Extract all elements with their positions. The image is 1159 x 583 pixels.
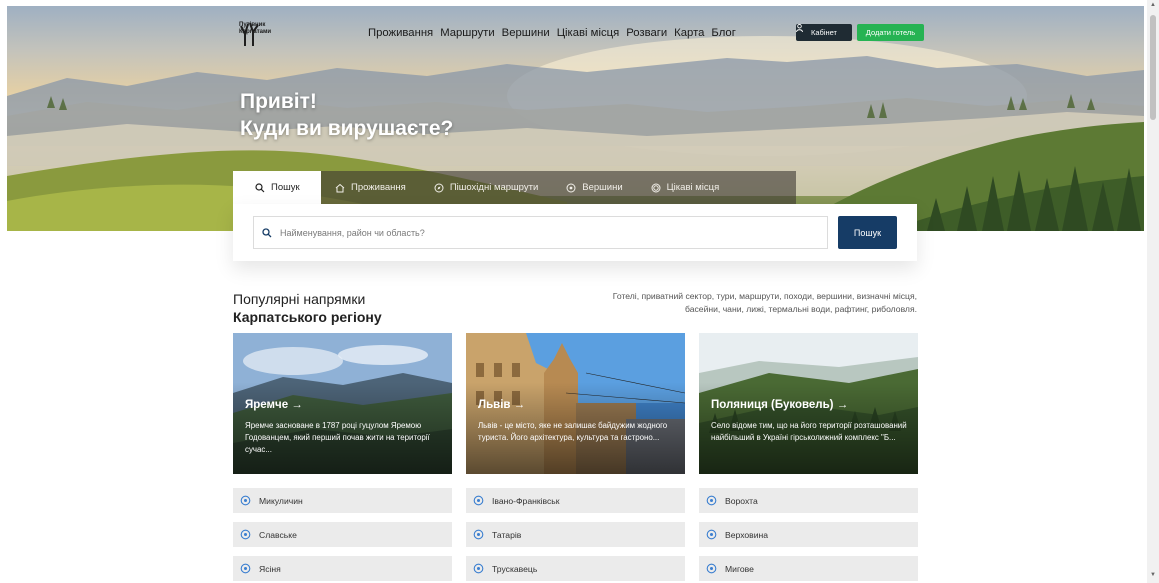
nav-link-blog[interactable]: Блог (711, 27, 735, 39)
location-link-vorokhta[interactable]: Ворохта (699, 488, 918, 513)
location-label: Івано-Франківськ (492, 495, 560, 506)
tab-accommodation[interactable]: Проживання (321, 171, 420, 204)
search-icon (255, 182, 265, 192)
card-title: Яремче → (245, 399, 303, 411)
nav-link-map[interactable]: Карта (674, 27, 704, 39)
scrollbar-thumb[interactable] (1150, 15, 1156, 120)
destination-card-polianytsia[interactable]: Поляниця (Буковель) → Село відоме тим, щ… (699, 333, 918, 474)
location-label: Трускавець (492, 563, 538, 574)
location-link-truskavets[interactable]: Трускавець (466, 556, 685, 581)
location-label: Ворохта (725, 495, 758, 506)
cabinet-label: Кабінет (810, 28, 837, 37)
location-label: Мигове (725, 563, 754, 574)
home-icon (335, 183, 345, 192)
search-input[interactable]: Найменування, район чи область? (253, 216, 828, 249)
tab-accommodation-label: Проживання (351, 182, 406, 193)
popular-title: Популярні напрямки Карпатського регіону (233, 290, 382, 326)
site-logo[interactable]: Путівник Карпатами (239, 22, 271, 46)
location-link-myhove[interactable]: Мигове (699, 556, 918, 581)
main-nav: Проживання Маршрути Вершини Цікаві місця… (368, 27, 736, 39)
tab-search[interactable]: Пошук (233, 171, 321, 204)
hero-title: Привіт! Куди ви вирушаєте? (240, 88, 453, 142)
tab-search-label: Пошук (271, 182, 300, 193)
target-icon (651, 183, 661, 192)
location-label: Славське (259, 529, 297, 540)
nav-link-places[interactable]: Цікаві місця (557, 27, 620, 39)
cabinet-button[interactable]: Кабінет (796, 24, 852, 41)
tab-peaks-label: Вершини (582, 182, 623, 193)
card-text: Яремче засноване в 1787 році гуцулом Яре… (245, 421, 430, 454)
destination-card-yaremche[interactable]: Яремче → Яремче засноване в 1787 році гу… (233, 333, 452, 474)
card-text: Село відоме тим, що на його території ро… (711, 421, 907, 442)
add-hotel-button[interactable]: Додати готель (857, 24, 924, 41)
popular-title-line1: Популярні напрямки (233, 291, 366, 307)
pin-icon (706, 529, 717, 539)
location-link-tatariv[interactable]: Татарів (466, 522, 685, 547)
page-scrollbar[interactable]: ▲ ▼ (1147, 0, 1159, 583)
card-text: Львів - це місто, яке не залишає байдужи… (478, 421, 668, 442)
pin-icon (473, 529, 484, 539)
search-panel: Найменування, район чи область? Пошук (233, 204, 917, 261)
logo-tree-icon (240, 22, 259, 46)
pin-icon (566, 183, 576, 192)
compass-icon (434, 183, 444, 192)
location-label: Татарів (492, 529, 522, 540)
location-label: Микуличин (259, 495, 303, 506)
pin-icon (240, 529, 251, 539)
nav-link-peaks[interactable]: Вершини (502, 27, 550, 39)
pin-icon (706, 495, 717, 505)
search-tabs: Пошук Проживання Пішохідні маршрути Верш… (233, 171, 796, 204)
search-button[interactable]: Пошук (838, 216, 897, 249)
pin-icon (240, 495, 251, 505)
scroll-down-arrow-icon[interactable]: ▼ (1150, 572, 1156, 578)
search-placeholder: Найменування, район чи область? (280, 227, 425, 238)
popular-description: Готелі, приватний сектор, тури, маршрути… (612, 291, 917, 314)
tab-hiking-routes[interactable]: Пішохідні маршрути (420, 171, 552, 204)
card-title: Львів → (478, 399, 526, 411)
search-field-icon (262, 227, 272, 237)
tab-places-label: Цікаві місця (666, 182, 720, 193)
tab-peaks[interactable]: Вершини (552, 171, 636, 204)
tab-places[interactable]: Цікаві місця (637, 171, 734, 204)
pin-icon (473, 563, 484, 573)
location-link-ivano-frankivsk[interactable]: Івано-Франківськ (466, 488, 685, 513)
location-link-slavske[interactable]: Славське (233, 522, 452, 547)
scroll-up-arrow-icon[interactable]: ▲ (1150, 2, 1156, 8)
location-link-verkhovyna[interactable]: Верховина (699, 522, 918, 547)
nav-link-entertainment[interactable]: Розваги (626, 27, 667, 39)
location-link-yasinia[interactable]: Ясіня (233, 556, 452, 581)
location-link-mykulychyn[interactable]: Микуличин (233, 488, 452, 513)
location-label: Верховина (725, 529, 769, 540)
nav-link-accommodation[interactable]: Проживання (368, 27, 433, 39)
destination-card-lviv[interactable]: Львів → Львів - це місто, яке не залишає… (466, 333, 685, 474)
hero-title-line1: Привіт! (240, 90, 317, 113)
hero-title-line2: Куди ви вирушаєте? (240, 117, 454, 140)
nav-link-routes[interactable]: Маршрути (440, 27, 494, 39)
tab-hiking-routes-label: Пішохідні маршрути (449, 182, 539, 193)
pin-icon (240, 563, 251, 573)
user-icon (796, 24, 803, 32)
card-title: Поляниця (Буковель) → (711, 399, 849, 411)
pin-icon (473, 495, 484, 505)
location-label: Ясіня (259, 563, 281, 574)
popular-title-line2: Карпатського регіону (233, 309, 382, 325)
pin-icon (706, 563, 717, 573)
